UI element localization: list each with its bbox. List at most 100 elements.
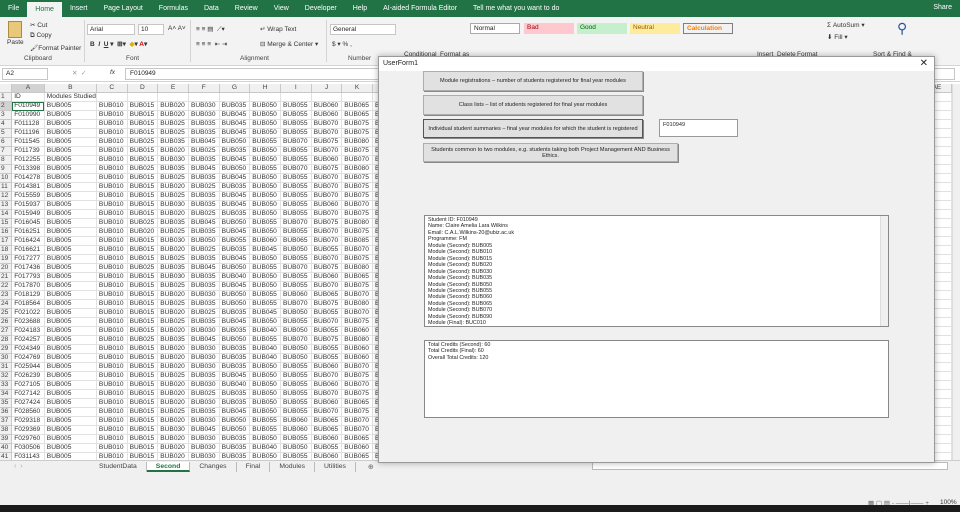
cell[interactable]: BUB010	[96, 398, 128, 408]
cell[interactable]: BUB010	[96, 191, 128, 201]
cell[interactable]: BUB045	[219, 317, 251, 327]
cell[interactable]: BUB055	[249, 290, 281, 300]
cell[interactable]: BUB025	[157, 128, 189, 138]
cell[interactable]: BUB015	[127, 146, 159, 156]
cell[interactable]: BUB010	[96, 128, 128, 138]
row-header[interactable]: 6	[0, 137, 13, 147]
cell[interactable]: BUB075	[341, 317, 373, 327]
cell[interactable]: BUB015	[127, 371, 159, 381]
cell[interactable]: F015937	[11, 200, 45, 210]
cell[interactable]: BUB030	[188, 443, 220, 453]
cell[interactable]: BUB060	[311, 398, 343, 408]
cell[interactable]: BUB050	[280, 245, 312, 255]
cell[interactable]: BUB080	[341, 164, 373, 174]
cell[interactable]: BUB065	[341, 452, 373, 460]
cell[interactable]: BUB060	[311, 101, 343, 111]
cell[interactable]: BUB070	[341, 362, 373, 372]
sheet-tab-utilities[interactable]: Utilities	[315, 461, 356, 472]
cell[interactable]: BUB030	[188, 452, 220, 460]
cell[interactable]: BUB010	[96, 299, 128, 309]
cell[interactable]: BUB015	[127, 452, 159, 460]
cell[interactable]: BUB050	[249, 380, 281, 390]
cell[interactable]: BUB050	[249, 389, 281, 399]
cell[interactable]: BUB050	[249, 371, 281, 381]
font-size-select[interactable]: 10	[138, 24, 164, 35]
cell[interactable]: BUB045	[188, 263, 220, 273]
cell[interactable]: BUB035	[219, 389, 251, 399]
cell[interactable]: BUB035	[219, 326, 251, 336]
select-all-corner[interactable]	[0, 84, 13, 93]
cell[interactable]: BUB060	[280, 290, 312, 300]
row-header[interactable]: 29	[0, 344, 13, 354]
cell[interactable]: BUB005	[44, 191, 97, 201]
insert-function-icon[interactable]: fx	[110, 69, 115, 76]
cell[interactable]: BUB070	[311, 173, 343, 183]
row-header[interactable]: 38	[0, 425, 13, 435]
cell[interactable]: BUB035	[188, 299, 220, 309]
cell[interactable]: BUB045	[219, 191, 251, 201]
row-header[interactable]: 24	[0, 299, 13, 309]
cell[interactable]: BUB045	[219, 227, 251, 237]
cell[interactable]: BUB070	[311, 209, 343, 219]
cell[interactable]: BUB015	[127, 155, 159, 165]
cell[interactable]: BUB070	[311, 128, 343, 138]
cell[interactable]: BUB015	[127, 425, 159, 435]
cell[interactable]: BUB065	[341, 272, 373, 282]
column-header[interactable]: E	[157, 84, 189, 93]
cell[interactable]: BUB015	[127, 236, 159, 246]
row-header[interactable]: 1	[0, 92, 13, 102]
class-lists-button[interactable]: Class lists – list of students registere…	[423, 95, 643, 115]
cell[interactable]: BUB075	[311, 263, 343, 273]
cell[interactable]: BUB040	[249, 344, 281, 354]
cell[interactable]: BUB050	[280, 326, 312, 336]
cell[interactable]: BUB055	[280, 434, 312, 444]
cell[interactable]: BUB070	[280, 164, 312, 174]
row-header[interactable]: 39	[0, 434, 13, 444]
cell[interactable]: BUB005	[44, 137, 97, 147]
row-header[interactable]: 9	[0, 164, 13, 174]
cell[interactable]: BUB075	[341, 146, 373, 156]
cell[interactable]: BUB055	[280, 209, 312, 219]
cell[interactable]: BUB020	[157, 362, 189, 372]
cell[interactable]: BUB015	[127, 272, 159, 282]
autosum-button[interactable]: Σ AutoSum ▾	[827, 21, 865, 29]
cell[interactable]: BUB080	[341, 299, 373, 309]
cell[interactable]: BUB055	[280, 182, 312, 192]
cell[interactable]: BUB010	[96, 407, 128, 417]
cell[interactable]: BUB005	[44, 263, 97, 273]
tab-insert[interactable]: Insert	[62, 0, 96, 17]
cell[interactable]: BUB015	[127, 101, 159, 111]
style-calculation[interactable]: Calculation	[683, 23, 733, 34]
cell[interactable]: BUB035	[219, 452, 251, 460]
student-summaries-button[interactable]: Individual student summaries – final yea…	[423, 119, 643, 138]
cell[interactable]: BUB075	[341, 281, 373, 291]
cell[interactable]: BUB010	[96, 371, 128, 381]
cell[interactable]: BUB060	[311, 272, 343, 282]
cell[interactable]: BUB050	[249, 146, 281, 156]
cell[interactable]: BUB075	[311, 218, 343, 228]
cell[interactable]: BUB050	[249, 281, 281, 291]
cell[interactable]: BUB010	[96, 146, 128, 156]
cell[interactable]: F017870	[11, 281, 45, 291]
cell[interactable]: BUB025	[157, 317, 189, 327]
cell[interactable]: F013398	[11, 164, 45, 174]
cell[interactable]: BUB035	[188, 281, 220, 291]
row-header[interactable]: 19	[0, 254, 13, 264]
cell[interactable]: BUB010	[96, 182, 128, 192]
cell[interactable]: BUB010	[96, 200, 128, 210]
cell[interactable]: BUB060	[311, 200, 343, 210]
cell[interactable]: BUB010	[96, 209, 128, 219]
cell[interactable]: BUB055	[280, 407, 312, 417]
cell[interactable]: BUB005	[44, 281, 97, 291]
row-header[interactable]: 16	[0, 227, 13, 237]
cell[interactable]: BUB070	[280, 137, 312, 147]
cell[interactable]: BUB015	[127, 407, 159, 417]
tab-ai-aided-formula-editor[interactable]: AI-aided Formula Editor	[375, 0, 465, 17]
list-item[interactable]: Module (Final): BUC010	[428, 320, 885, 326]
cell[interactable]: BUB025	[127, 137, 159, 147]
cell[interactable]: F015949	[11, 209, 45, 219]
cell[interactable]: BUB080	[341, 137, 373, 147]
tab-developer[interactable]: Developer	[297, 0, 345, 17]
cancel-confirm-icons[interactable]: ✕ ✓	[72, 69, 87, 77]
cell[interactable]: F029369	[11, 425, 45, 435]
